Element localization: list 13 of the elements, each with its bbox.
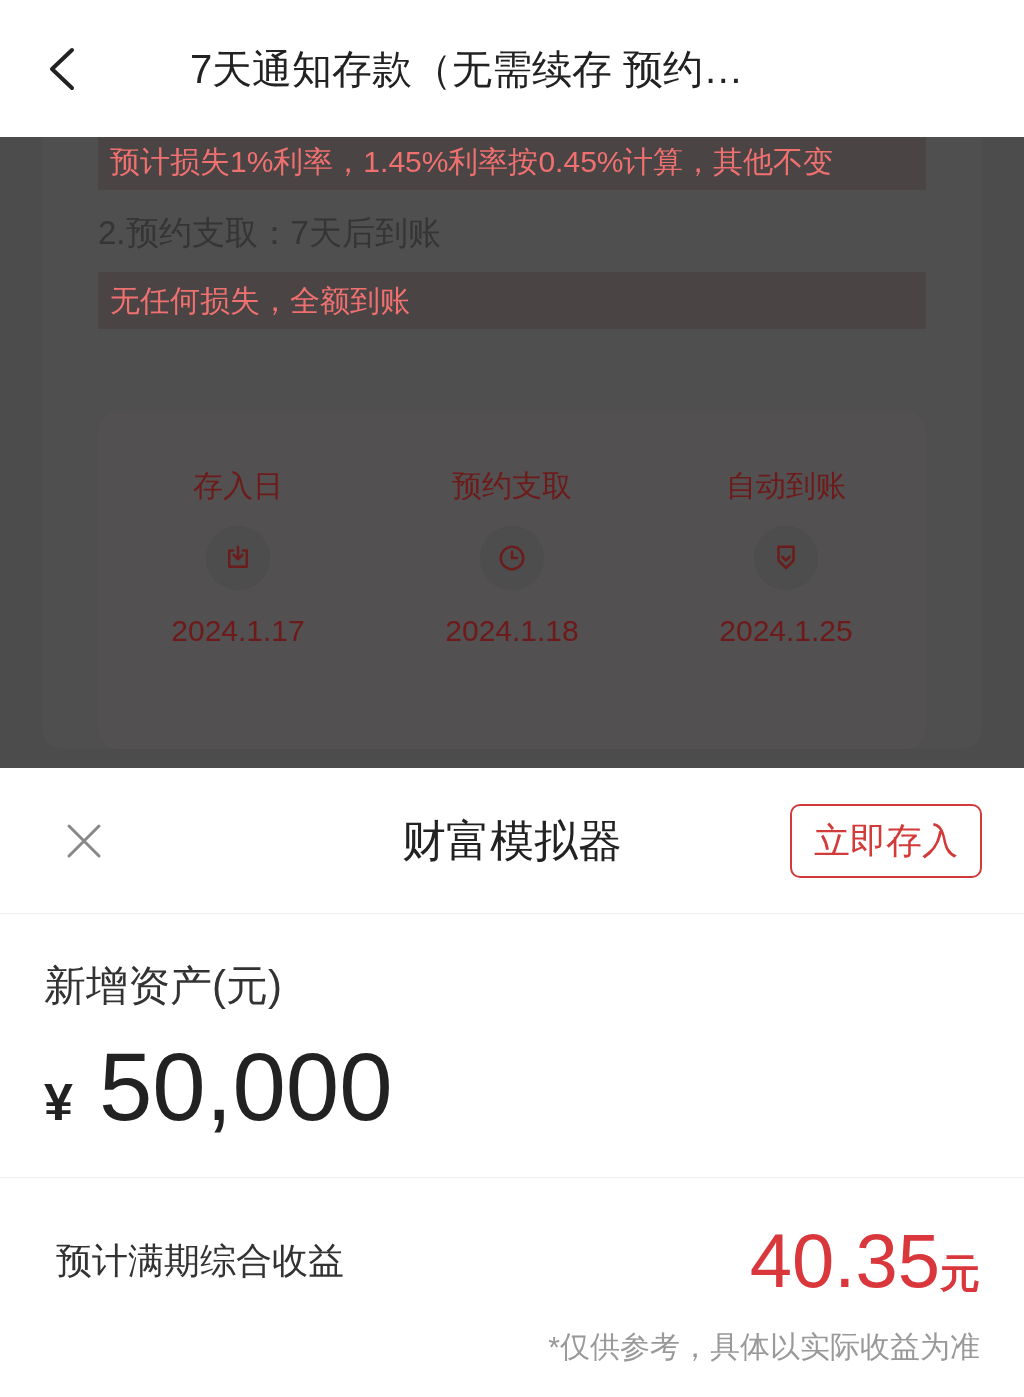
sheet-title: 财富模拟器 <box>402 814 622 867</box>
income-label: 预计满期综合收益 <box>56 1239 344 1283</box>
income-unit: 元 <box>940 1250 980 1297</box>
income-value: 40.35 <box>749 1217 940 1305</box>
highlight-note: 预计损失1%利率，1.45%利率按0.45%计算，其他不变 <box>98 137 926 190</box>
amount-value: 50,000 <box>98 1039 393 1135</box>
disclaimer-text: *仅供参考，具体以实际收益为准 <box>548 1329 980 1365</box>
highlight-note: 无任何损失，全额到账 <box>98 271 926 329</box>
amount-label: 新增资产(元) <box>44 961 282 1011</box>
deposit-button[interactable]: 立即存入 <box>790 803 982 878</box>
currency-symbol: ¥ <box>44 1072 73 1133</box>
close-icon[interactable] <box>66 822 102 859</box>
page-title: 7天通知存款（无需续存 预约… <box>190 45 744 93</box>
